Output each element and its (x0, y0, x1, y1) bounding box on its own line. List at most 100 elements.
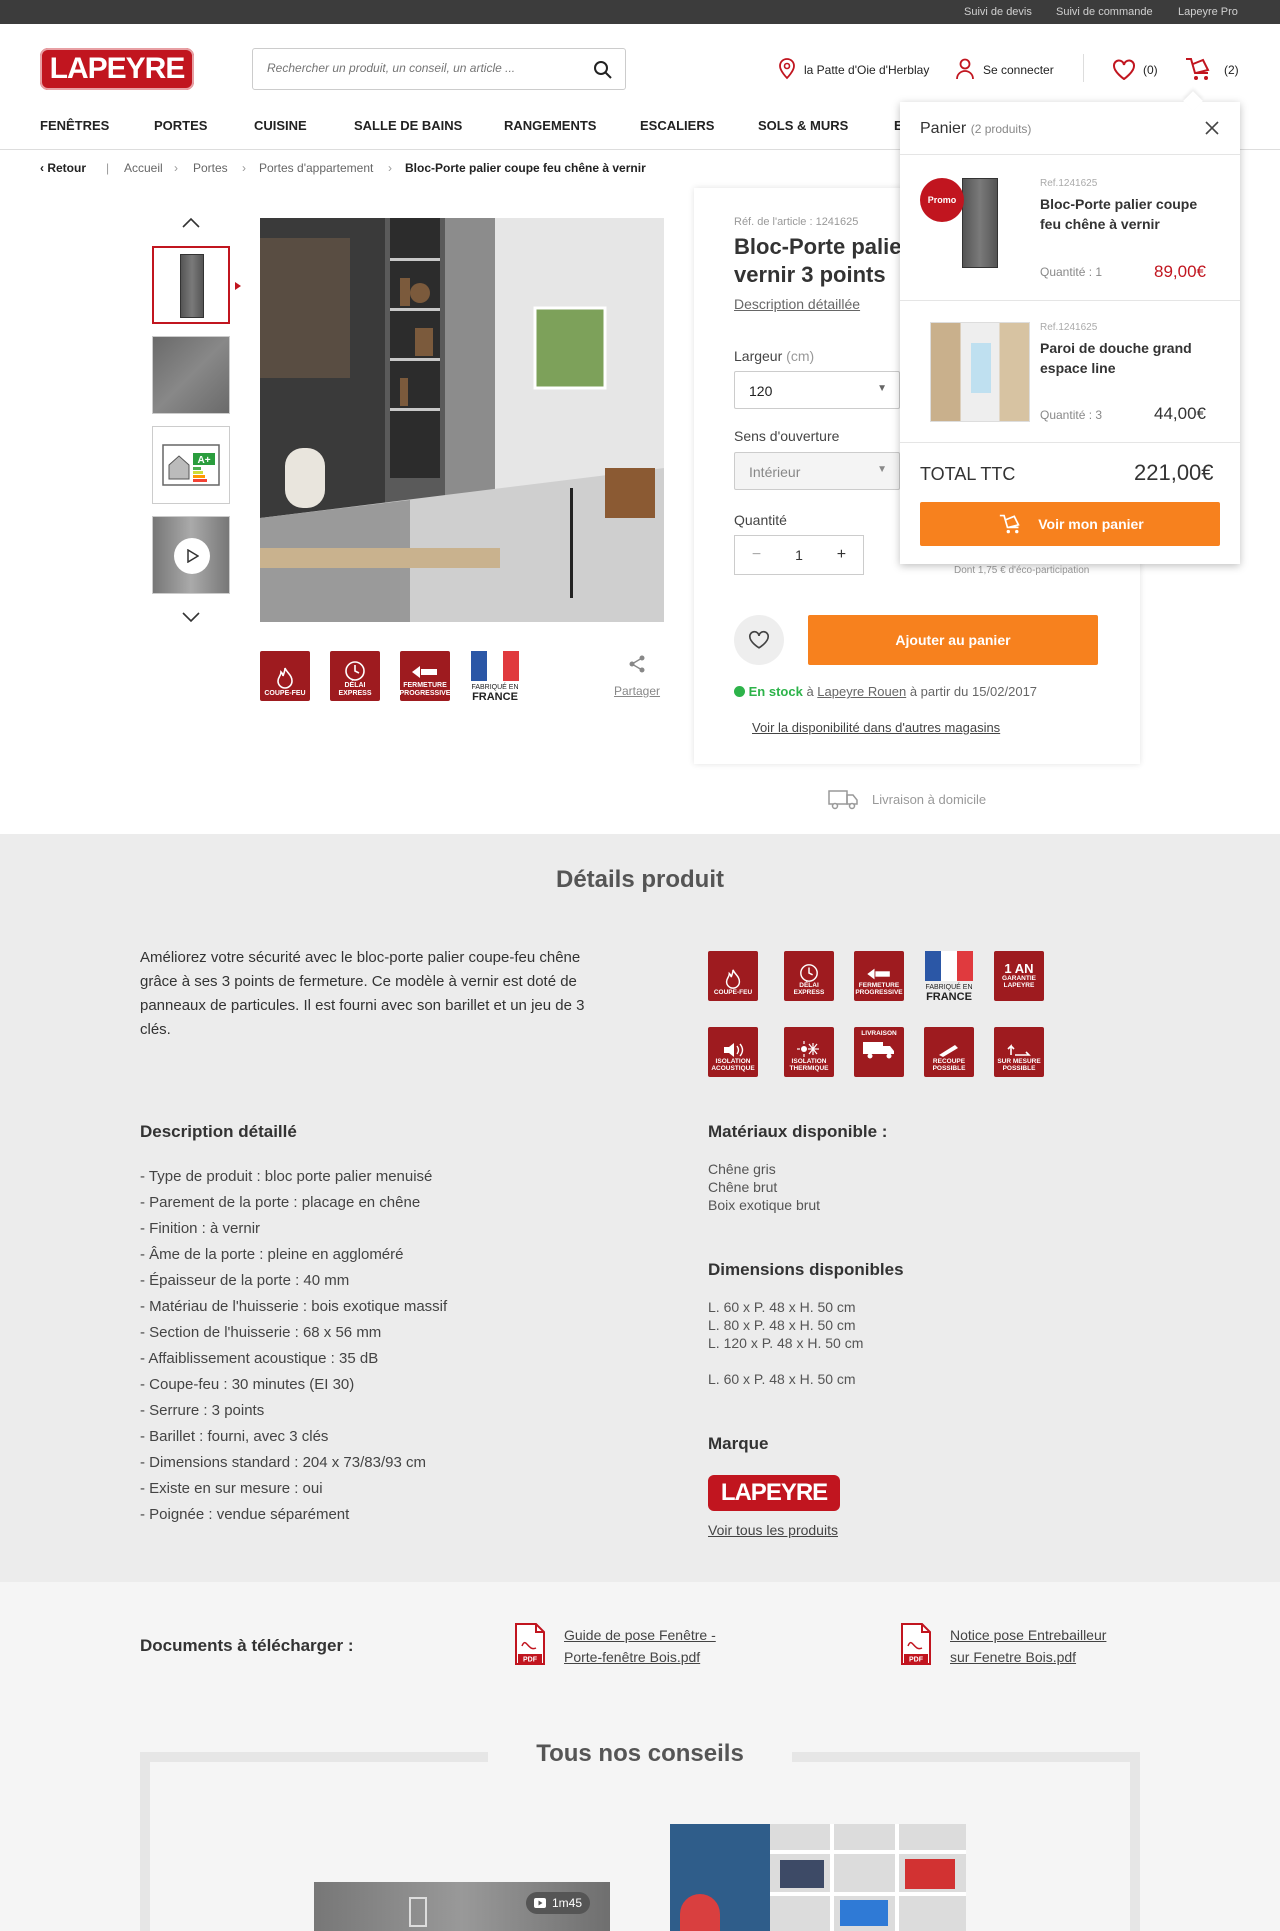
svg-text:A+: A+ (197, 455, 210, 466)
document-link-guide[interactable]: Guide de pose Fenêtre - Porte-fenêtre Boi… (564, 1624, 716, 1668)
cart-item-name-line1[interactable]: Paroi de douche grand (1040, 340, 1192, 356)
badge-recoupe-possible: RECOUPE POSSIBLE (924, 1027, 974, 1077)
nav-cuisine[interactable]: CUISINE (254, 118, 307, 133)
nav-portes[interactable]: PORTES (154, 118, 207, 133)
suivi-commande-link[interactable]: Suivi de commande (1056, 6, 1153, 18)
delivery-label: Livraison à domicile (872, 792, 987, 807)
availability-link[interactable]: Voir la disponibilité dans d'autres maga… (752, 720, 1000, 735)
cart-count: (2) (1224, 63, 1239, 77)
quantity-value[interactable]: 1 (795, 547, 803, 563)
store-name[interactable]: la Patte d'Oie d'Herblay (804, 63, 929, 77)
details-title: Détails produit (555, 866, 724, 893)
description-item: - Épaisseur de la porte : 40 mm (140, 1272, 350, 1289)
thumbnail-texture[interactable] (152, 336, 230, 414)
description-item: - Serrure : 3 points (140, 1402, 265, 1419)
thumbnail-door[interactable] (152, 246, 230, 324)
badge-garantie: 1 AN GARANTIE LAPEYRE (994, 951, 1044, 1001)
description-item: - Poignée : vendue séparément (140, 1506, 350, 1523)
user-icon[interactable] (956, 58, 974, 80)
fire-icon (725, 969, 741, 990)
badge-coupe-feu: COUPE-FEU (260, 651, 310, 701)
cart-icon[interactable] (1184, 56, 1212, 82)
pdf-icon[interactable]: PDF (514, 1622, 546, 1666)
description-item: - Âme de la porte : pleine en aggloméré (140, 1246, 404, 1263)
wishlist-button[interactable] (734, 615, 784, 665)
chevron-down-icon[interactable] (180, 610, 202, 624)
description-title: Description détaillé (140, 1122, 297, 1141)
breadcrumb-accueil[interactable]: Accueil (124, 161, 163, 175)
cart-item-qty: Quantité : 3 (1040, 408, 1103, 422)
close-icon[interactable] (1204, 120, 1220, 136)
chevron-up-icon[interactable] (180, 216, 202, 230)
video-duration-badge: 1m45 (526, 1892, 591, 1914)
badge-fabrique-en-france: FABRIQUÉ EN FRANCE (924, 951, 974, 1003)
lapeyre-logo[interactable]: LAPEYRE (40, 48, 194, 90)
largeur-select[interactable]: 120 ▼ (734, 371, 900, 409)
cart-item-image[interactable] (930, 322, 1030, 422)
progressive-closing-icon (867, 968, 890, 980)
materials-title: Matériaux disponible : (708, 1122, 888, 1141)
brand-title: Marque (708, 1434, 769, 1453)
breadcrumb-portes[interactable]: Portes (193, 161, 228, 175)
cart-item-qty: Quantité : 1 (1040, 265, 1103, 279)
document-link-notice[interactable]: Notice pose Entrebailleur sur Fenetre Boi… (950, 1624, 1106, 1668)
minus-button[interactable]: − (752, 546, 761, 564)
share-icon[interactable] (627, 654, 647, 674)
lapeyre-pro-link[interactable]: Lapeyre Pro (1178, 6, 1238, 18)
cart-item-name-line2[interactable]: espace line (1040, 360, 1116, 376)
heart-icon[interactable] (1112, 59, 1136, 80)
promo-badge: Promo (920, 178, 964, 222)
badge-delai-express: DÉLAI EXPRESS (784, 951, 834, 1001)
thumbnail-video[interactable] (152, 516, 230, 594)
documents-section: Documents à télécharger : PDF Guide de p… (0, 1582, 1280, 1732)
video-icon (534, 1898, 546, 1908)
product-main-image[interactable] (260, 218, 664, 622)
france-flag-icon (925, 951, 973, 981)
login-link[interactable]: Se connecter (983, 63, 1054, 77)
stock-store-link[interactable]: Lapeyre Rouen (817, 684, 906, 699)
cart-title: Panier (2 produits) (920, 120, 1032, 137)
conseil-image-thumbnail[interactable] (670, 1824, 966, 1931)
dropdown-arrow-icon: ▼ (877, 464, 887, 475)
search-icon[interactable] (593, 60, 613, 80)
plus-button[interactable]: + (837, 546, 846, 564)
nav-fenetres[interactable]: FENÊTRES (40, 118, 109, 133)
pdf-icon[interactable]: PDF (900, 1622, 932, 1666)
nav-escaliers[interactable]: ESCALIERS (640, 118, 714, 133)
search-box[interactable] (252, 48, 626, 90)
conseil-video-thumbnail[interactable]: 1m45 (314, 1882, 610, 1931)
truck-icon (828, 790, 858, 810)
back-link[interactable]: ‹ Retour (40, 161, 86, 175)
view-cart-button[interactable]: Voir mon panier (920, 502, 1220, 546)
description-item: - Barillet : fourni, avec 3 clés (140, 1428, 329, 1445)
cart-item-price: 44,00€ (1154, 404, 1206, 423)
fire-icon (277, 667, 293, 689)
badge-coupe-feu: COUPE-FEU (708, 951, 758, 1001)
cart-item-name-line2[interactable]: feu chêne à vernir (1040, 216, 1160, 232)
share-link[interactable]: Partager (614, 684, 660, 698)
play-icon[interactable] (174, 538, 210, 574)
brand-products-link[interactable]: Voir tous les produits (708, 1522, 838, 1538)
nav-rangements[interactable]: RANGEMENTS (504, 118, 596, 133)
quantity-stepper[interactable]: − 1 + (734, 535, 864, 575)
dimensions-title: Dimensions disponibles (708, 1260, 904, 1279)
description-item: - Finition : à vernir (140, 1220, 261, 1237)
nav-salle-de-bains[interactable]: SALLE DE BAINS (354, 118, 462, 133)
suivi-devis-link[interactable]: Suivi de devis (964, 6, 1032, 18)
largeur-label: Largeur (cm) (734, 348, 815, 364)
description-list: - Type de produit : bloc porte palier me… (140, 1164, 447, 1528)
clock-icon (800, 964, 818, 983)
description-item: - Affaiblissement acoustique : 35 dB (140, 1350, 379, 1367)
materials-list: Chêne gris Chêne brut Boix exotique brut (708, 1160, 820, 1214)
conseils-frame (140, 1752, 1140, 1931)
add-to-cart-button[interactable]: Ajouter au panier (808, 615, 1098, 665)
search-input[interactable] (267, 49, 577, 87)
description-item: - Parement de la porte : placage en chên… (140, 1194, 421, 1211)
cart-item-name-line1[interactable]: Bloc-Porte palier coupe (1040, 196, 1197, 212)
sens-ouverture-select[interactable]: Intérieur ▼ (734, 452, 900, 490)
thumbnail-energy-label[interactable]: A+ (152, 426, 230, 504)
product-title-line2: vernir 3 points (734, 262, 886, 287)
nav-sols-murs[interactable]: SOLS & MURS (758, 118, 848, 133)
breadcrumb-portes-appartement[interactable]: Portes d'appartement (259, 161, 373, 175)
description-link[interactable]: Description détaillée (734, 296, 860, 312)
